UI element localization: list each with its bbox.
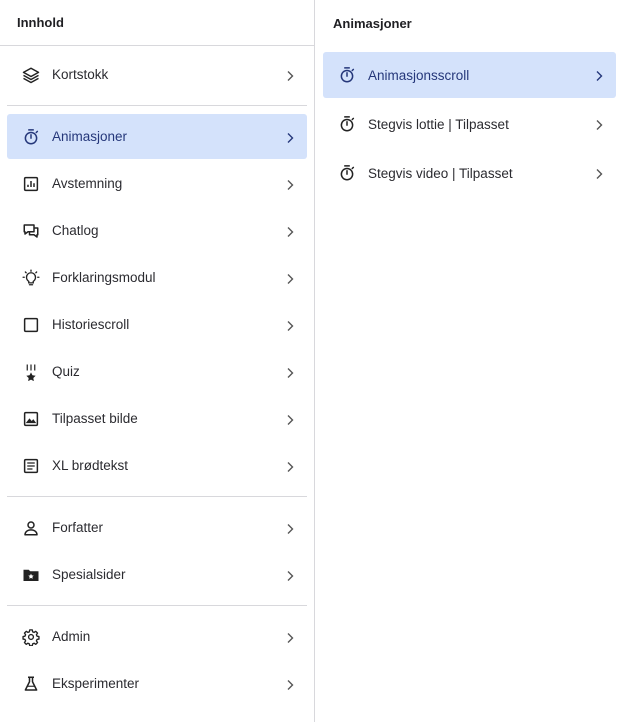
subitem-label: Stegvis lottie | Tilpasset <box>368 116 509 132</box>
nav-item-label: Forfatter <box>52 520 104 535</box>
nav-item-admin[interactable]: Admin <box>7 614 307 659</box>
nav-item-label: Admin <box>52 629 91 644</box>
bar-chart-icon <box>22 175 40 193</box>
divider <box>7 105 307 106</box>
chat-icon <box>22 222 40 240</box>
nav-item-label: Forklaringsmodul <box>52 270 156 285</box>
subitem-animasjonsscroll[interactable]: Animasjonsscroll <box>323 52 616 98</box>
subitem-label: Stegvis video | Tilpasset <box>368 165 513 181</box>
chevron-right-icon <box>286 69 295 81</box>
image-icon <box>22 410 40 428</box>
nav-item-label: Historiescroll <box>52 317 130 332</box>
nav-item-quiz[interactable]: Quiz <box>7 349 307 394</box>
nav-item-label: Quiz <box>52 364 80 379</box>
chevron-right-icon <box>286 522 295 534</box>
nav-item-chatlog[interactable]: Chatlog <box>7 208 307 253</box>
chevron-right-icon <box>286 413 295 425</box>
medal-icon <box>22 363 40 381</box>
square-icon <box>22 316 40 334</box>
nav-item-animasjoner[interactable]: Animasjoner <box>7 114 307 159</box>
chevron-right-icon <box>286 225 295 237</box>
chevron-right-icon <box>595 118 604 130</box>
stopwatch-icon <box>338 115 356 133</box>
subitem-stegvis-lottie[interactable]: Stegvis lottie | Tilpasset <box>323 101 616 147</box>
chevron-right-icon <box>286 131 295 143</box>
stopwatch-icon <box>338 164 356 182</box>
nav-item-label: Kortstokk <box>52 67 109 82</box>
stopwatch-icon <box>22 128 40 146</box>
content-pane-title: Innhold <box>0 0 314 46</box>
nav-item-kortstokk[interactable]: Kortstokk <box>7 52 307 97</box>
chevron-right-icon <box>286 366 295 378</box>
layers-icon <box>22 66 40 84</box>
nav-item-historiescroll[interactable]: Historiescroll <box>7 302 307 347</box>
animations-pane: Animasjoner Animasjonsscroll Stegvis lot… <box>316 0 623 722</box>
nav-item-label: Chatlog <box>52 223 99 238</box>
chevron-right-icon <box>595 69 604 81</box>
flask-icon <box>22 675 40 693</box>
star-folder-icon <box>22 566 40 584</box>
lightbulb-icon <box>22 268 40 287</box>
nav-item-eksperimenter[interactable]: Eksperimenter <box>7 661 307 706</box>
subitem-stegvis-video[interactable]: Stegvis video | Tilpasset <box>323 150 616 196</box>
chevron-right-icon <box>286 569 295 581</box>
chevron-right-icon <box>286 272 295 284</box>
chevron-right-icon <box>286 631 295 643</box>
content-navigator: Innhold Kortstokk Animasjoner Avstemning… <box>0 0 623 722</box>
content-list: Kortstokk Animasjoner Avstemning Chatlog… <box>0 52 314 706</box>
gear-icon <box>22 628 40 646</box>
nav-item-label: Animasjoner <box>52 129 128 144</box>
nav-item-label: XL brødtekst <box>52 458 129 473</box>
nav-item-tilpasset-bilde[interactable]: Tilpasset bilde <box>7 396 307 441</box>
stopwatch-icon <box>338 66 356 84</box>
chevron-right-icon <box>286 178 295 190</box>
nav-item-label: Tilpasset bilde <box>52 411 138 426</box>
nav-item-label: Spesialsider <box>52 567 126 582</box>
person-icon <box>22 519 40 537</box>
nav-item-spesialsider[interactable]: Spesialsider <box>7 552 307 597</box>
divider <box>7 496 307 497</box>
chevron-right-icon <box>286 460 295 472</box>
chevron-right-icon <box>286 319 295 331</box>
nav-item-forklaringsmodul[interactable]: Forklaringsmodul <box>7 255 307 300</box>
subitem-label: Animasjonsscroll <box>368 67 470 83</box>
chevron-right-icon <box>595 167 604 179</box>
nav-item-avstemning[interactable]: Avstemning <box>7 161 307 206</box>
chevron-right-icon <box>286 678 295 690</box>
nav-item-forfatter[interactable]: Forfatter <box>7 505 307 550</box>
nav-item-label: Eksperimenter <box>52 676 140 691</box>
nav-item-label: Avstemning <box>52 176 123 191</box>
content-pane: Innhold Kortstokk Animasjoner Avstemning… <box>0 0 315 722</box>
divider <box>7 605 307 606</box>
animations-list: Animasjonsscroll Stegvis lottie | Tilpas… <box>316 46 623 196</box>
animations-pane-title: Animasjoner <box>333 15 412 31</box>
nav-item-xl-brodtekst[interactable]: XL brødtekst <box>7 443 307 488</box>
article-icon <box>22 457 40 475</box>
